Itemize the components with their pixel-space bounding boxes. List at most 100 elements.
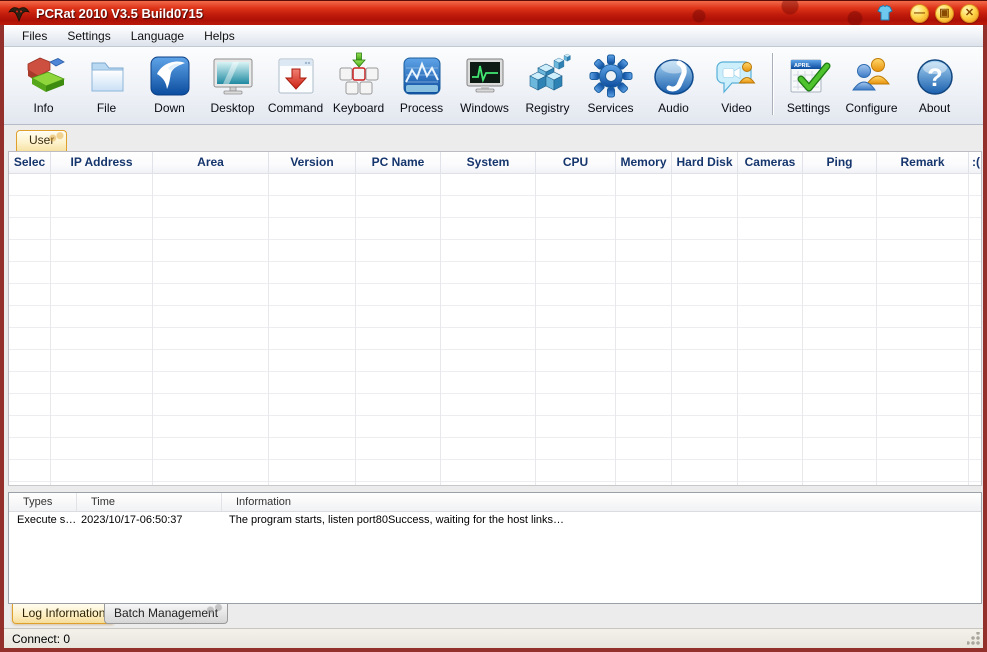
- tab-user[interactable]: User: [16, 130, 67, 151]
- toolbar-configure-button[interactable]: Configure: [840, 47, 903, 123]
- toolbar-down-label: Down: [154, 101, 185, 115]
- toolbar-video-label: Video: [721, 101, 751, 115]
- window-title: PCRat 2010 V3.5 Build0715: [36, 6, 203, 21]
- desktop-monitor-icon: [209, 52, 257, 100]
- toolbar-registry-label: Registry: [525, 101, 569, 115]
- body-col-ip-address: [51, 174, 153, 485]
- skin-shirt-icon[interactable]: [876, 4, 894, 22]
- toolbar-settings-label: Settings: [787, 101, 830, 115]
- body-col-ping: [803, 174, 877, 485]
- column-pc-name[interactable]: PC Name: [356, 152, 441, 174]
- toolbar-desktop-label: Desktop: [210, 101, 254, 115]
- minimize-button[interactable]: —: [910, 4, 929, 23]
- log-column-time[interactable]: Time: [77, 493, 222, 511]
- status-bar: Connect: 0: [4, 628, 983, 648]
- process-chart-icon: [398, 52, 446, 100]
- menu-settings[interactable]: Settings: [57, 26, 120, 46]
- maximize-button[interactable]: ▣: [935, 4, 954, 23]
- body-col-pc-name: [356, 174, 441, 485]
- body-col-memory: [616, 174, 672, 485]
- body-col-hard-disk: [672, 174, 738, 485]
- menu-files[interactable]: Files: [12, 26, 57, 46]
- body-col-remark: [877, 174, 969, 485]
- column-memory[interactable]: Memory: [616, 152, 672, 174]
- body-col-system: [441, 174, 536, 485]
- toolbar-audio-button[interactable]: Audio: [642, 47, 705, 123]
- host-table-body: [9, 174, 981, 485]
- column-clipped[interactable]: :(: [969, 152, 983, 174]
- host-table-header: Selec IP Address Area Version PC Name Sy…: [9, 152, 981, 174]
- log-cell-time: 2023/10/17-06:50:37: [77, 512, 222, 529]
- log-cell-types: Execute s…: [9, 512, 77, 529]
- toolbar-keyboard-button[interactable]: Keyboard: [327, 47, 390, 123]
- toolbar-windows-button[interactable]: Windows: [453, 47, 516, 123]
- menu-helps[interactable]: Helps: [194, 26, 245, 46]
- toolbar-info-label: Info: [33, 101, 53, 115]
- toolbar-services-button[interactable]: Services: [579, 47, 642, 123]
- download-bird-icon: [146, 52, 194, 100]
- svg-text:?: ?: [927, 64, 942, 92]
- toolbar-keyboard-label: Keyboard: [333, 101, 384, 115]
- toolbar-info-button[interactable]: Info: [12, 47, 75, 123]
- registry-cubes-icon: [524, 52, 572, 100]
- column-ping[interactable]: Ping: [803, 152, 877, 174]
- about-question-icon: ?: [911, 52, 959, 100]
- log-column-information[interactable]: Information: [222, 493, 981, 511]
- column-ip-address[interactable]: IP Address: [51, 152, 153, 174]
- toolbar-file-button[interactable]: File: [75, 47, 138, 123]
- tab-log-information[interactable]: Log Information: [12, 604, 115, 624]
- body-col-clipped: [969, 174, 983, 485]
- configure-users-icon: [848, 52, 896, 100]
- services-gear-icon: [587, 52, 635, 100]
- host-table: Selec IP Address Area Version PC Name Sy…: [8, 151, 982, 486]
- column-select[interactable]: Selec: [9, 152, 51, 174]
- toolbar-about-button[interactable]: ? About: [903, 47, 966, 123]
- video-chat-icon: [713, 52, 761, 100]
- menu-language[interactable]: Language: [121, 26, 194, 46]
- bottom-tab-strip: Log Information Batch Management: [4, 604, 983, 628]
- toolbar-command-label: Command: [268, 101, 323, 115]
- svg-text:APRIL: APRIL: [794, 63, 811, 69]
- keyboard-icon: [335, 52, 383, 100]
- column-cameras[interactable]: Cameras: [738, 152, 803, 174]
- toolbar: Info File Down De: [4, 47, 983, 125]
- resize-grip-icon[interactable]: [967, 632, 981, 646]
- log-panel: Types Time Information Execute s… 2023/1…: [8, 492, 982, 604]
- settings-calendar-icon: APRIL: [785, 52, 833, 100]
- body-col-version: [269, 174, 356, 485]
- toolbar-command-button[interactable]: Command: [264, 47, 327, 123]
- audio-phone-icon: [650, 52, 698, 100]
- command-window-icon: [272, 52, 320, 100]
- toolbar-separator: [772, 53, 773, 115]
- column-area[interactable]: Area: [153, 152, 269, 174]
- column-system[interactable]: System: [441, 152, 536, 174]
- toolbar-file-label: File: [97, 101, 116, 115]
- log-row[interactable]: Execute s… 2023/10/17-06:50:37 The progr…: [9, 512, 981, 529]
- app-window: PCRat 2010 V3.5 Build0715 — ▣ ✕ Files Se…: [0, 0, 987, 652]
- folder-icon: [83, 52, 131, 100]
- toolbar-desktop-button[interactable]: Desktop: [201, 47, 264, 123]
- column-version[interactable]: Version: [269, 152, 356, 174]
- toolbar-settings-button[interactable]: APRIL Settings: [777, 47, 840, 123]
- toolbar-about-label: About: [919, 101, 950, 115]
- title-bar[interactable]: PCRat 2010 V3.5 Build0715 — ▣ ✕: [0, 0, 987, 25]
- toolbar-registry-button[interactable]: Registry: [516, 47, 579, 123]
- column-remark[interactable]: Remark: [877, 152, 969, 174]
- top-tab-strip: User: [4, 125, 983, 151]
- toolbar-audio-label: Audio: [658, 101, 689, 115]
- toolbar-process-button[interactable]: Process: [390, 47, 453, 123]
- close-button[interactable]: ✕: [960, 4, 979, 23]
- toolbar-services-label: Services: [587, 101, 633, 115]
- column-hard-disk[interactable]: Hard Disk: [672, 152, 738, 174]
- toolbar-process-label: Process: [400, 101, 443, 115]
- toolbar-down-button[interactable]: Down: [138, 47, 201, 123]
- log-column-types[interactable]: Types: [9, 493, 77, 511]
- tab-batch-management[interactable]: Batch Management: [104, 604, 228, 624]
- log-cell-information: The program starts, listen port80Success…: [222, 512, 981, 529]
- column-cpu[interactable]: CPU: [536, 152, 616, 174]
- body-col-cameras: [738, 174, 803, 485]
- toolbar-video-button[interactable]: Video: [705, 47, 768, 123]
- bat-logo-icon: [8, 4, 30, 23]
- body-col-select: [9, 174, 51, 485]
- connect-count: Connect: 0: [12, 632, 70, 646]
